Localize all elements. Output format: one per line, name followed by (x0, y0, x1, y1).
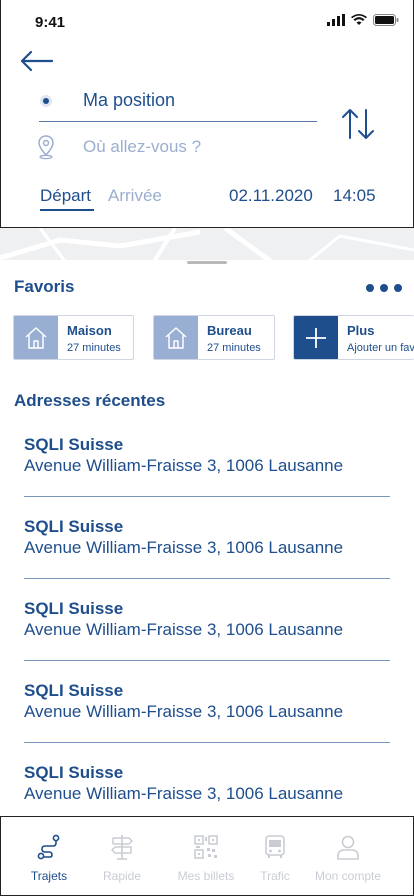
plus-icon (294, 316, 338, 359)
swap-direction-icon[interactable] (337, 104, 379, 144)
favorite-subtitle: Ajouter un favori (347, 342, 414, 354)
recent-address: Avenue William-Fraisse 3, 1006 Lausanne (24, 702, 344, 721)
home-icon (14, 316, 58, 359)
favorites-title: Favoris (14, 277, 75, 296)
nav-mon-compte[interactable]: Mon compte (308, 831, 388, 883)
recent-address-item[interactable]: SQLI Suisse Avenue William-Fraisse 3, 10… (24, 599, 390, 641)
bottom-navigation: Trajets Rapide Mes billets Trafic Mon co… (0, 816, 414, 896)
favorite-duration: 27 minutes (67, 342, 121, 354)
more-options-icon[interactable] (366, 282, 402, 294)
destination-input[interactable] (83, 134, 313, 160)
favorite-card-add[interactable]: Plus Ajouter un favori (293, 315, 414, 360)
favorite-name: Bureau (207, 323, 252, 338)
recent-address-item[interactable]: SQLI Suisse Avenue William-Fraisse 3, 10… (24, 763, 390, 805)
sheet-drag-handle[interactable] (187, 261, 227, 264)
status-bar: 9:41 (1, 0, 413, 44)
nav-mes-billets[interactable]: Mes billets (166, 831, 246, 883)
status-time: 9:41 (35, 14, 66, 31)
wifi-icon (351, 14, 367, 25)
trip-search-header: 9:41 Ma position Où allez-vous ? Départ … (0, 0, 414, 228)
origin-dot-icon (40, 95, 52, 107)
nav-trafic[interactable]: Trafic (235, 831, 315, 883)
recent-name: SQLI Suisse (24, 517, 124, 536)
nav-label: Trajets (30, 869, 68, 883)
nav-rapide[interactable]: Rapide (82, 831, 162, 883)
recent-addresses-title: Adresses récentes (14, 391, 166, 410)
recent-name: SQLI Suisse (24, 599, 124, 618)
nav-trajets[interactable]: Trajets (9, 831, 89, 883)
date-selector[interactable]: 02.11.2020 (229, 186, 313, 206)
nav-label: Trafic (260, 869, 290, 883)
recent-address: Avenue William-Fraisse 3, 1006 Lausanne (24, 784, 344, 803)
recent-address: Avenue William-Fraisse 3, 1006 Lausanne (24, 456, 344, 475)
user-icon (332, 831, 364, 863)
signpost-icon (106, 831, 138, 863)
recent-address-item[interactable]: SQLI Suisse Avenue William-Fraisse 3, 10… (24, 517, 390, 559)
favorite-name: Maison (67, 323, 112, 338)
recent-address: Avenue William-Fraisse 3, 1006 Lausanne (24, 538, 344, 557)
status-icons (327, 14, 399, 26)
favorite-name: Plus (347, 323, 375, 338)
list-divider (24, 660, 390, 661)
favorite-card-maison[interactable]: Maison 27 minutes (13, 315, 134, 360)
list-divider (24, 578, 390, 579)
active-tab-indicator (40, 209, 94, 211)
nav-label: Rapide (102, 869, 142, 883)
favorite-card-bureau[interactable]: Bureau 27 minutes (153, 315, 275, 360)
route-icon (33, 831, 65, 863)
tab-arrivee[interactable]: Arrivée (108, 186, 162, 206)
recent-address-item[interactable]: SQLI Suisse Avenue William-Fraisse 3, 10… (24, 681, 390, 723)
back-arrow-icon[interactable] (19, 46, 55, 76)
recent-address: Avenue William-Fraisse 3, 1006 Lausanne (24, 620, 344, 639)
qr-code-icon (190, 831, 222, 863)
field-divider (39, 121, 317, 122)
home-icon (154, 316, 198, 359)
list-divider (24, 496, 390, 497)
list-divider (24, 742, 390, 743)
recent-name: SQLI Suisse (24, 435, 124, 454)
nav-label: Mes billets (177, 869, 235, 883)
location-pin-icon (38, 135, 54, 160)
tab-depart[interactable]: Départ (40, 186, 91, 206)
bus-icon (259, 831, 291, 863)
recent-address-item[interactable]: SQLI Suisse Avenue William-Fraisse 3, 10… (24, 435, 390, 477)
time-selector[interactable]: 14:05 (333, 186, 376, 206)
favorite-duration: 27 minutes (207, 342, 261, 354)
bottom-sheet: Favoris Maison 27 minutes Bureau 27 minu… (0, 260, 414, 816)
nav-label: Mon compte (314, 869, 382, 883)
origin-field[interactable]: Ma position (83, 90, 175, 111)
recent-name: SQLI Suisse (24, 763, 124, 782)
recent-name: SQLI Suisse (24, 681, 124, 700)
signal-icon (327, 14, 345, 26)
battery-icon (373, 14, 399, 26)
